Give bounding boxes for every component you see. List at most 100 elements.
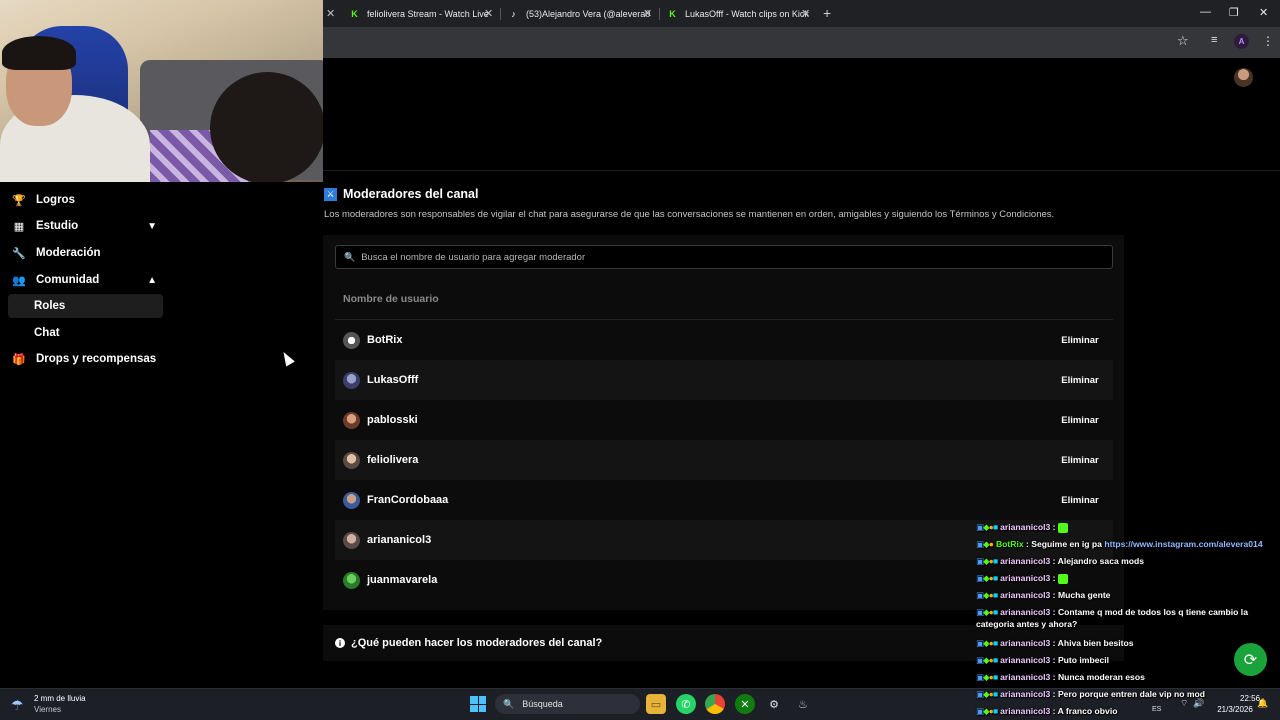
chat-message: ▣◆●■ ariananicol3 : Alejandro saca mods: [976, 555, 1144, 567]
window-close-icon[interactable]: ✕: [1259, 6, 1268, 19]
sidebar-item-label: Moderación: [36, 247, 101, 259]
chat-username: ariananicol3: [1000, 590, 1051, 600]
remove-moderator-button[interactable]: Eliminar: [1055, 328, 1105, 352]
media-queue-icon[interactable]: ≡: [1211, 34, 1217, 46]
chat-badges: ▣◆●■: [976, 706, 998, 716]
taskbar-search[interactable]: 🔍 Búsqueda: [495, 694, 640, 714]
avatar: [343, 571, 360, 589]
chat-username: ariananicol3: [1000, 706, 1051, 716]
chat-separator: :: [1050, 706, 1058, 716]
volume-icon[interactable]: 🔊: [1193, 698, 1204, 709]
avatar: [343, 531, 360, 549]
sidebar-item-label: Estudio: [36, 220, 79, 232]
sidebar-item-logros[interactable]: 🏆 Logros: [8, 188, 163, 212]
rain-cloud-icon[interactable]: ☂: [11, 697, 24, 714]
remove-moderator-button[interactable]: Eliminar: [1055, 408, 1105, 432]
kebab-menu-icon[interactable]: ⋮: [1262, 34, 1274, 48]
windows-start-icon[interactable]: [470, 696, 486, 712]
webcam-overlay: [0, 0, 323, 182]
section-description: Los moderadores son responsables de vigi…: [324, 209, 1055, 220]
file-explorer-icon[interactable]: ▭: [646, 694, 666, 714]
chat-username: BotRix: [995, 539, 1024, 549]
chat-username: ariananicol3: [1000, 672, 1051, 682]
emote-icon: [1057, 573, 1068, 584]
steam-icon[interactable]: ♨: [793, 694, 813, 714]
system-clock[interactable]: 22:56 21/3/2026: [1210, 693, 1260, 715]
sidebar-item-moderacion[interactable]: 🔧 Moderación: [8, 241, 163, 265]
close-icon[interactable]: ✕: [643, 7, 652, 20]
chat-separator: :: [1050, 638, 1058, 648]
chat-text: A franco obvio: [1057, 706, 1118, 716]
restore-icon[interactable]: ❐: [1229, 6, 1239, 19]
person-hair: [2, 36, 76, 70]
chat-separator: :: [1050, 655, 1058, 665]
close-icon[interactable]: ✕: [484, 7, 493, 20]
language-indicator[interactable]: ES: [1152, 706, 1161, 713]
chat-message: ▣◆●■ ariananicol3 : Contame q mod de todo…: [976, 606, 1270, 630]
moderator-search-input[interactable]: 🔍 Busca el nombre de usuario para agrega…: [335, 245, 1113, 269]
clock-date: 21/3/2026: [1217, 705, 1253, 714]
close-icon[interactable]: ✕: [801, 7, 810, 20]
chat-text: Puto imbecil: [1057, 655, 1110, 665]
browser-profile-avatar[interactable]: A: [1234, 34, 1249, 49]
username: feliolivera: [367, 454, 419, 466]
browser-tab-2[interactable]: ♪ (53)Alejandro Vera (@alevera0 ✕: [509, 0, 654, 27]
browser-tab-previous[interactable]: ✕: [323, 0, 337, 27]
sidebar-item-label: Comunidad: [36, 274, 100, 286]
username: juanmavarela: [367, 574, 438, 586]
table-row: LukasOfff Eliminar: [335, 360, 1113, 400]
chat-badges: ▣◆●■: [976, 556, 998, 566]
weather-summary[interactable]: 2 mm de lluvia: [34, 694, 86, 703]
remove-moderator-button[interactable]: Eliminar: [1055, 368, 1105, 392]
close-icon[interactable]: ✕: [326, 7, 335, 20]
chat-badges: ▣◆●■: [976, 522, 998, 532]
remove-moderator-button[interactable]: Eliminar: [1055, 488, 1105, 512]
notification-bell-icon[interactable]: 🔔: [1257, 698, 1268, 709]
chat-message: ▣◆●■ ariananicol3 : Mucha gente: [976, 589, 1110, 601]
chat-separator: :: [1050, 522, 1058, 532]
chat-separator: :: [1050, 607, 1058, 617]
sidebar-item-drops[interactable]: 🎁 Drops y recompensas: [8, 347, 163, 371]
shield-icon: ⚔: [324, 187, 337, 201]
xbox-icon[interactable]: ✕: [735, 694, 755, 714]
wifi-icon[interactable]: ⌔: [1180, 698, 1188, 709]
new-tab-icon[interactable]: +: [823, 5, 831, 21]
chat-badges: ▣◆●■: [976, 573, 998, 583]
chat-message: ▣◆●■ ariananicol3 : Puto imbecil: [976, 654, 1109, 666]
chrome-icon[interactable]: [705, 694, 725, 714]
chevron-down-icon[interactable]: ▼: [147, 221, 157, 232]
kick-icon: K: [351, 8, 358, 19]
mouse-cursor: [279, 349, 295, 367]
bookmark-star-icon[interactable]: ☆: [1177, 33, 1189, 49]
support-chat-icon[interactable]: ⟳: [1234, 643, 1267, 676]
chat-link[interactable]: https://www.instagram.com/alevera014: [1104, 539, 1262, 549]
browser-tab-3[interactable]: K LukasOfff - Watch clips on Kick ✕: [668, 0, 813, 27]
chevron-up-icon[interactable]: ▲: [147, 275, 157, 286]
avatar: [343, 371, 360, 389]
sidebar-subitem-chat[interactable]: Chat: [8, 321, 163, 345]
table-row: FranCordobaaa Eliminar: [335, 480, 1113, 520]
section-title: ⚔ Moderadores del canal: [324, 187, 478, 201]
chat-message: ▣◆●■ ariananicol3 : Ahiva bien besitos: [976, 637, 1134, 649]
sidebar-subitem-label: Roles: [34, 300, 66, 312]
page-header: [323, 58, 1280, 171]
avatar: [343, 331, 360, 349]
minimize-icon[interactable]: —: [1200, 6, 1211, 18]
app-icon[interactable]: ⚙: [764, 694, 784, 714]
tab-title: feliolivera Stream - Watch Live: [367, 8, 489, 19]
chat-username: ariananicol3: [1000, 522, 1051, 532]
chat-username: ariananicol3: [1000, 573, 1051, 583]
wrench-icon: 🔧: [12, 247, 26, 260]
sidebar-subitem-roles[interactable]: Roles: [8, 294, 163, 318]
whatsapp-icon[interactable]: ✆: [676, 694, 696, 714]
chat-separator: :: [1050, 689, 1058, 699]
chat-username: ariananicol3: [1000, 655, 1051, 665]
remove-moderator-button[interactable]: Eliminar: [1055, 448, 1105, 472]
sidebar-item-comunidad[interactable]: 👥 Comunidad ▲: [8, 268, 163, 292]
user-avatar[interactable]: [1234, 68, 1253, 87]
browser-tab-1[interactable]: K feliolivera Stream - Watch Live ✕: [350, 0, 495, 27]
kick-icon: K: [669, 8, 676, 19]
sidebar-item-estudio[interactable]: ▦ Estudio ▼: [8, 214, 163, 238]
chat-text: Mucha gente: [1057, 590, 1111, 600]
chat-username: ariananicol3: [1000, 638, 1051, 648]
